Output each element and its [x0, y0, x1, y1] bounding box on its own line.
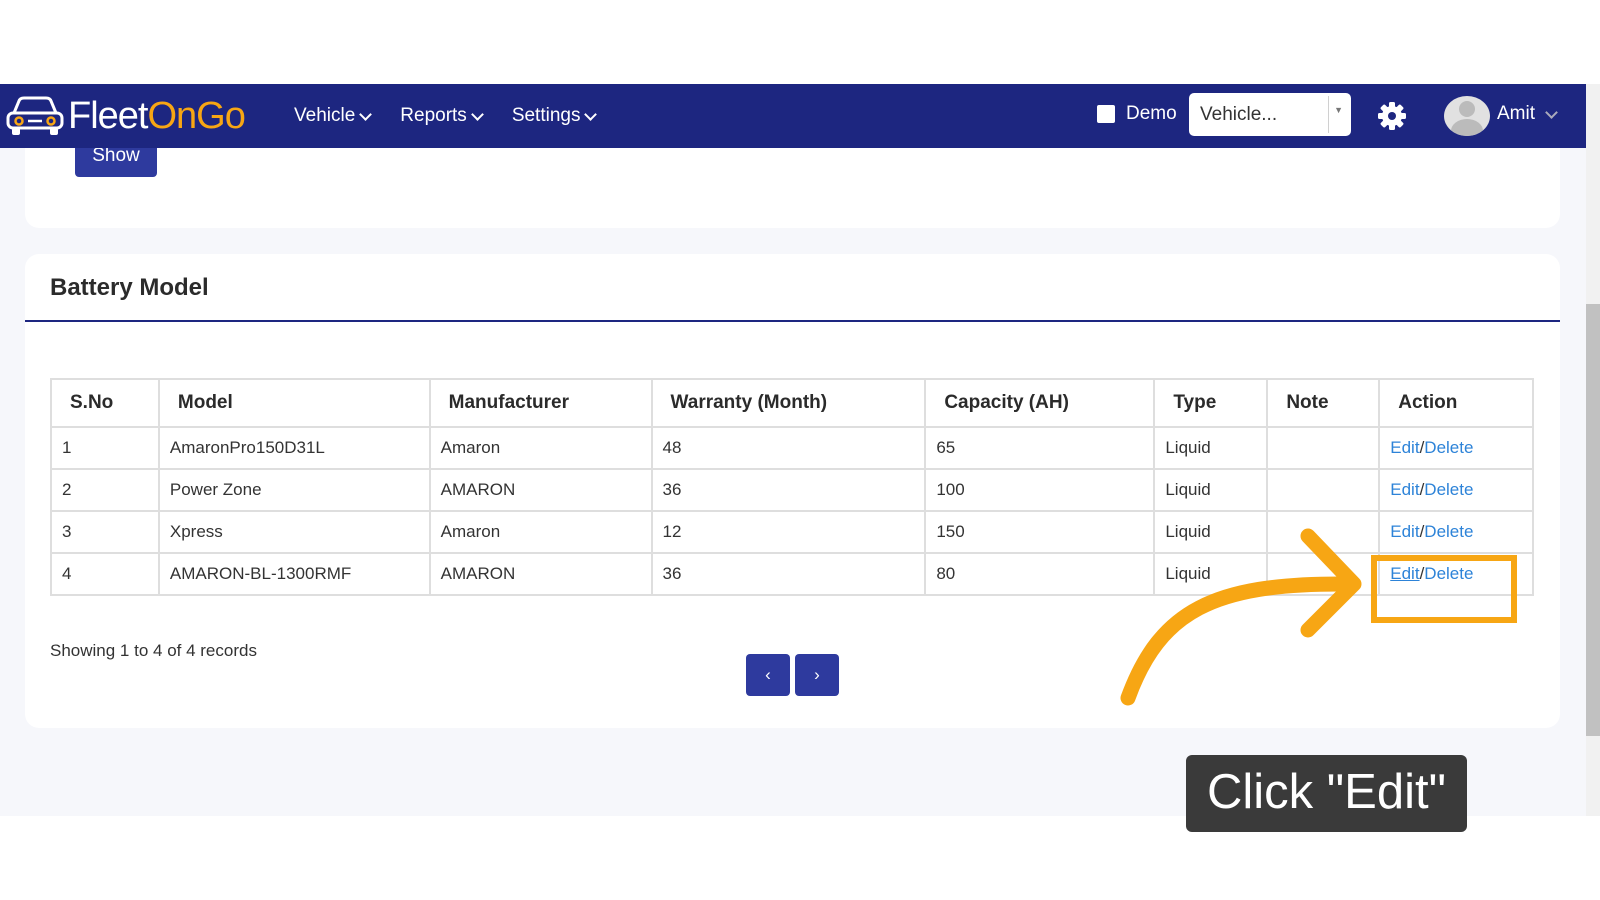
chevron-down-icon — [584, 107, 598, 121]
cell-type: Liquid — [1153, 426, 1269, 470]
cell-sno: 2 — [50, 468, 160, 512]
next-page-button[interactable]: › — [795, 654, 839, 696]
edit-link[interactable]: Edit — [1390, 522, 1419, 541]
tutorial-callout: Click "Edit" — [1186, 755, 1467, 832]
nav-reports[interactable]: Reports — [400, 105, 484, 127]
car-icon — [6, 96, 64, 135]
cell-manufacturer: AMARON — [428, 552, 653, 596]
cell-note — [1266, 552, 1381, 596]
column-header: Action — [1378, 378, 1534, 428]
app-window: Show Battery Model S.No Model Manufactur… — [0, 84, 1600, 816]
table-header-row: S.No Model Manufacturer Warranty (Month)… — [50, 378, 1534, 428]
delete-link[interactable]: Delete — [1424, 522, 1473, 541]
column-header: Capacity (AH) — [924, 378, 1156, 428]
cell-capacity: 100 — [924, 468, 1156, 512]
edit-link[interactable]: Edit — [1390, 480, 1419, 499]
cell-capacity: 65 — [924, 426, 1156, 470]
demo-checkbox[interactable] — [1097, 105, 1115, 123]
cell-warranty: 36 — [650, 468, 927, 512]
avatar-body — [1451, 119, 1483, 136]
brand-part-ongo: OnGo — [147, 94, 245, 137]
top-navbar: FleetOnGo Vehicle Reports Settings Demo … — [0, 84, 1586, 148]
demo-label: Demo — [1126, 103, 1177, 124]
battery-model-table: S.No Model Manufacturer Warranty (Month)… — [50, 378, 1534, 596]
edit-link[interactable]: Edit — [1390, 438, 1419, 457]
delete-link[interactable]: Delete — [1424, 480, 1473, 499]
cell-warranty: 48 — [650, 426, 927, 470]
nav-vehicle-label: Vehicle — [294, 105, 356, 126]
dropdown-arrow-icon: ▼ — [1334, 105, 1343, 115]
prev-page-button[interactable]: ‹ — [746, 654, 790, 696]
delete-link[interactable]: Delete — [1424, 564, 1473, 583]
chevron-down-icon — [470, 107, 484, 121]
cell-action: Edit/Delete — [1378, 510, 1534, 554]
fleetongo-logo[interactable]: FleetOnGo — [4, 92, 274, 140]
table-row: 3 Xpress Amaron 12 150 Liquid Edit/Delet… — [50, 510, 1534, 554]
cell-sno: 1 — [50, 426, 160, 470]
cell-capacity: 80 — [924, 552, 1156, 596]
cell-model: AMARON-BL-1300RMF — [157, 552, 431, 596]
cell-note — [1266, 468, 1381, 512]
title-divider — [25, 320, 1560, 322]
records-summary: Showing 1 to 4 of 4 records — [50, 641, 257, 660]
user-avatar[interactable] — [1444, 96, 1490, 136]
delete-link[interactable]: Delete — [1424, 438, 1473, 457]
cell-type: Liquid — [1153, 552, 1269, 596]
battery-model-card: Battery Model S.No Model Manufacturer Wa… — [25, 254, 1560, 728]
scrollbar-thumb[interactable] — [1586, 304, 1600, 736]
cell-action: Edit/Delete — [1378, 552, 1534, 596]
cell-model: AmaronPro150D31L — [157, 426, 431, 470]
table-row: 2 Power Zone AMARON 36 100 Liquid Edit/D… — [50, 468, 1534, 512]
cell-type: Liquid — [1153, 468, 1269, 512]
cell-sno: 4 — [50, 552, 160, 596]
cell-warranty: 36 — [650, 552, 927, 596]
cell-note — [1266, 510, 1381, 554]
gear-icon[interactable] — [1378, 102, 1406, 130]
cell-manufacturer: Amaron — [428, 426, 653, 470]
cell-sno: 3 — [50, 510, 160, 554]
vehicle-select-value: Vehicle... — [1200, 104, 1278, 125]
column-header: Note — [1266, 378, 1381, 428]
column-header: Type — [1153, 378, 1269, 428]
page-title: Battery Model — [50, 274, 209, 301]
nav-settings-label: Settings — [511, 105, 581, 126]
cell-capacity: 150 — [924, 510, 1156, 554]
column-header: Manufacturer — [428, 378, 653, 428]
user-name[interactable]: Amit — [1497, 103, 1535, 125]
chevron-down-icon — [359, 107, 373, 121]
nav-vehicle[interactable]: Vehicle — [294, 105, 373, 127]
select-divider — [1328, 96, 1329, 133]
main-menu: Vehicle Reports Settings — [294, 84, 598, 148]
cell-manufacturer: AMARON — [428, 468, 653, 512]
column-header: S.No — [50, 378, 160, 428]
column-header: Model — [157, 378, 431, 428]
cell-type: Liquid — [1153, 510, 1269, 554]
edit-link[interactable]: Edit — [1390, 564, 1419, 583]
brand-part-fleet: Fleet — [68, 94, 148, 137]
table-row: 1 AmaronPro150D31L Amaron 48 65 Liquid E… — [50, 426, 1534, 470]
nav-settings[interactable]: Settings — [511, 105, 598, 127]
cell-warranty: 12 — [650, 510, 927, 554]
chevron-down-icon[interactable] — [1545, 106, 1558, 119]
cell-manufacturer: Amaron — [428, 510, 653, 554]
cell-model: Xpress — [157, 510, 431, 554]
cell-model: Power Zone — [157, 468, 431, 512]
vehicle-select[interactable]: Vehicle... ▼ — [1189, 93, 1351, 136]
table-row: 4 AMARON-BL-1300RMF AMARON 36 80 Liquid … — [50, 552, 1534, 596]
cell-action: Edit/Delete — [1378, 426, 1534, 470]
vertical-scrollbar[interactable] — [1586, 84, 1600, 816]
avatar-head — [1459, 101, 1475, 117]
column-header: Warranty (Month) — [650, 378, 927, 428]
cell-action: Edit/Delete — [1378, 468, 1534, 512]
nav-reports-label: Reports — [400, 105, 467, 126]
cell-note — [1266, 426, 1381, 470]
brand-name: FleetOnGo — [68, 94, 246, 138]
